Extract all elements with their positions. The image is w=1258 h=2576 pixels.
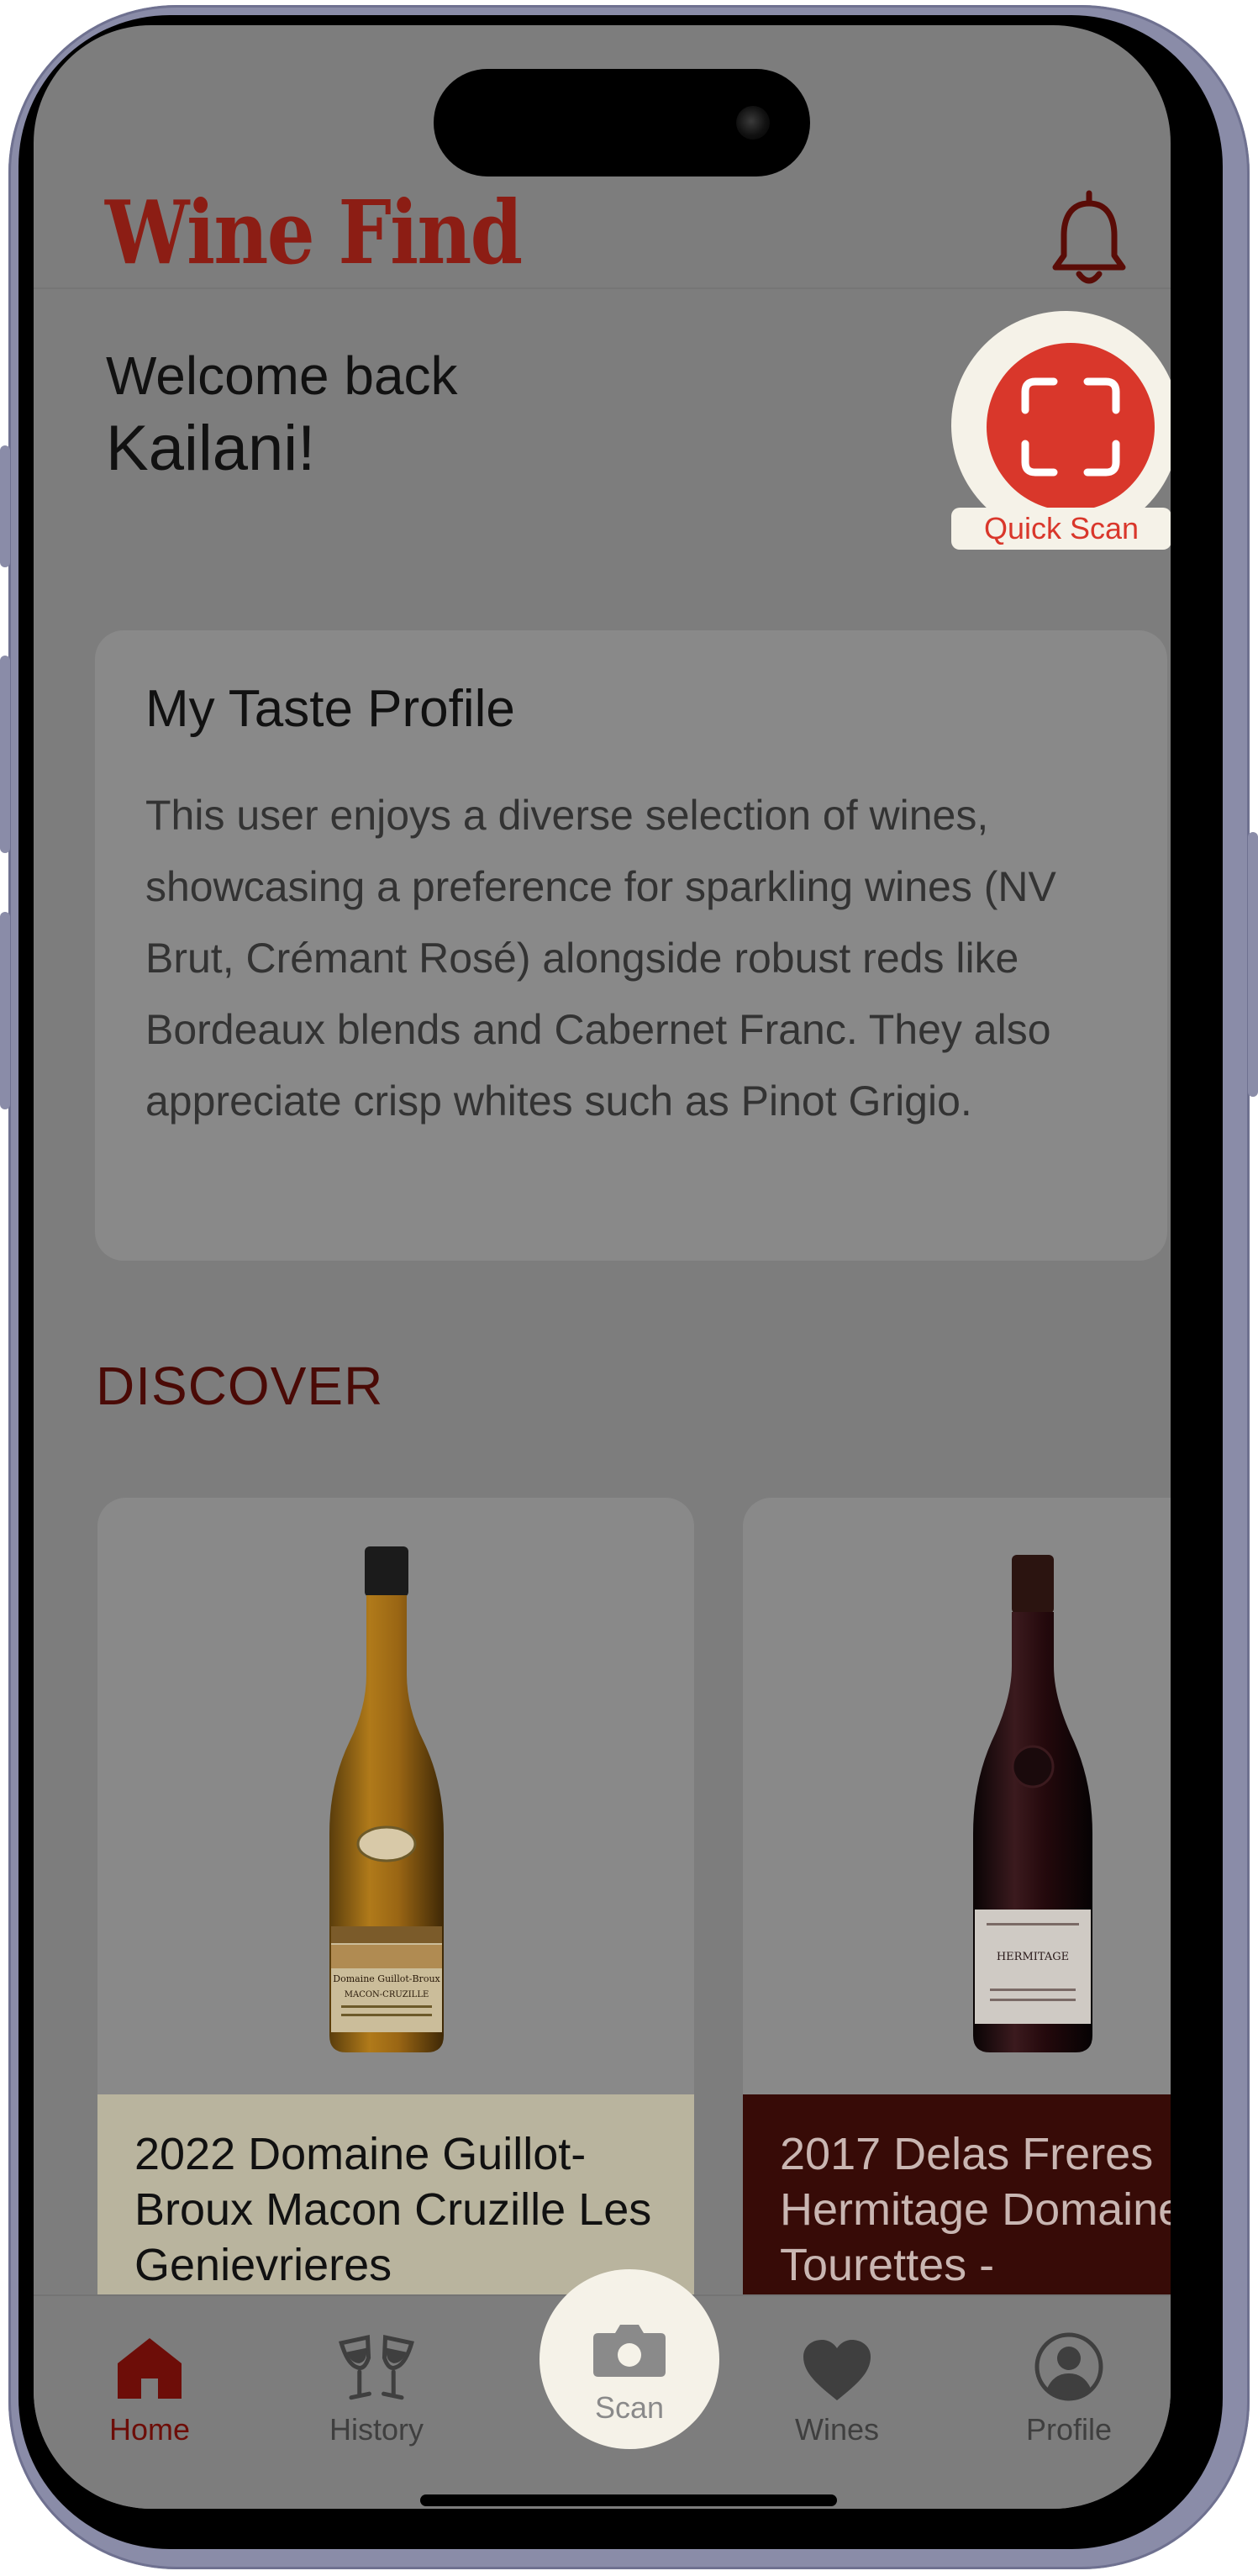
scan-frame-icon — [1021, 377, 1120, 477]
volume-up-button — [0, 656, 10, 853]
svg-text:HERMITAGE: HERMITAGE — [997, 1951, 1069, 1963]
tab-home[interactable]: Home — [74, 2321, 225, 2447]
header-divider — [34, 287, 1171, 289]
tab-history[interactable]: History — [301, 2321, 452, 2447]
profile-icon — [993, 2321, 1145, 2402]
front-camera — [736, 106, 770, 140]
camera-icon — [540, 2321, 719, 2380]
quick-scan-label[interactable]: Quick Scan — [951, 508, 1171, 550]
tab-scan-label: Scan — [594, 2390, 665, 2425]
wine-image: Domaine Guillot-Broux MACON-CRUZILLE — [97, 1498, 694, 2094]
volume-down-button — [0, 912, 10, 1109]
user-name: Kailani! — [106, 413, 316, 484]
wine-glasses-icon — [301, 2321, 452, 2402]
app-screen: Wine Find Welcome back Kailani! Quick Sc… — [34, 25, 1171, 2509]
svg-text:MACON-CRUZILLE: MACON-CRUZILLE — [345, 1990, 429, 1999]
bell-icon[interactable] — [1047, 185, 1131, 294]
welcome-greeting: Welcome back — [106, 345, 458, 406]
taste-profile-description: This user enjoys a diverse selection of … — [145, 792, 1056, 1125]
home-indicator — [420, 2494, 837, 2506]
dynamic-island — [434, 69, 810, 176]
tab-history-label: History — [329, 2412, 424, 2447]
tab-wines-label: Wines — [794, 2412, 880, 2447]
home-icon — [74, 2321, 225, 2402]
wine-card[interactable]: Domaine Guillot-Broux MACON-CRUZILLE 202… — [97, 1498, 694, 2355]
white-wine-bottle-image: Domaine Guillot-Broux MACON-CRUZILLE — [329, 1546, 444, 2052]
wine-title: 2022 Domaine Guillot-Broux Macon Cruzill… — [134, 2129, 665, 2290]
wine-image: HERMITAGE — [743, 1498, 1171, 2094]
taste-profile-title: My Taste Profile — [145, 680, 515, 738]
wine-title: 2017 Delas Freres Hermitage Domaine des … — [780, 2129, 1171, 2290]
tab-wines[interactable]: Wines — [761, 2321, 913, 2447]
quick-scan-button[interactable] — [987, 343, 1155, 511]
app-logo: Wine Find — [105, 181, 523, 284]
taste-profile-card: My Taste Profile This user enjoys a dive… — [95, 630, 1167, 1261]
wine-card[interactable]: HERMITAGE 2017 Delas Freres Hermitage Do… — [743, 1498, 1171, 2355]
tab-profile[interactable]: Profile — [993, 2321, 1145, 2447]
tab-home-label: Home — [108, 2412, 191, 2447]
tab-scan[interactable]: Scan — [540, 2269, 719, 2449]
power-button — [1248, 832, 1258, 1097]
action-button — [0, 445, 10, 567]
discover-heading: DISCOVER — [96, 1356, 384, 1416]
svg-text:Domaine Guillot-Broux: Domaine Guillot-Broux — [333, 1973, 440, 1984]
red-wine-bottle-image: HERMITAGE — [973, 1555, 1092, 2052]
heart-icon — [761, 2321, 913, 2402]
tab-profile-label: Profile — [1025, 2412, 1113, 2447]
